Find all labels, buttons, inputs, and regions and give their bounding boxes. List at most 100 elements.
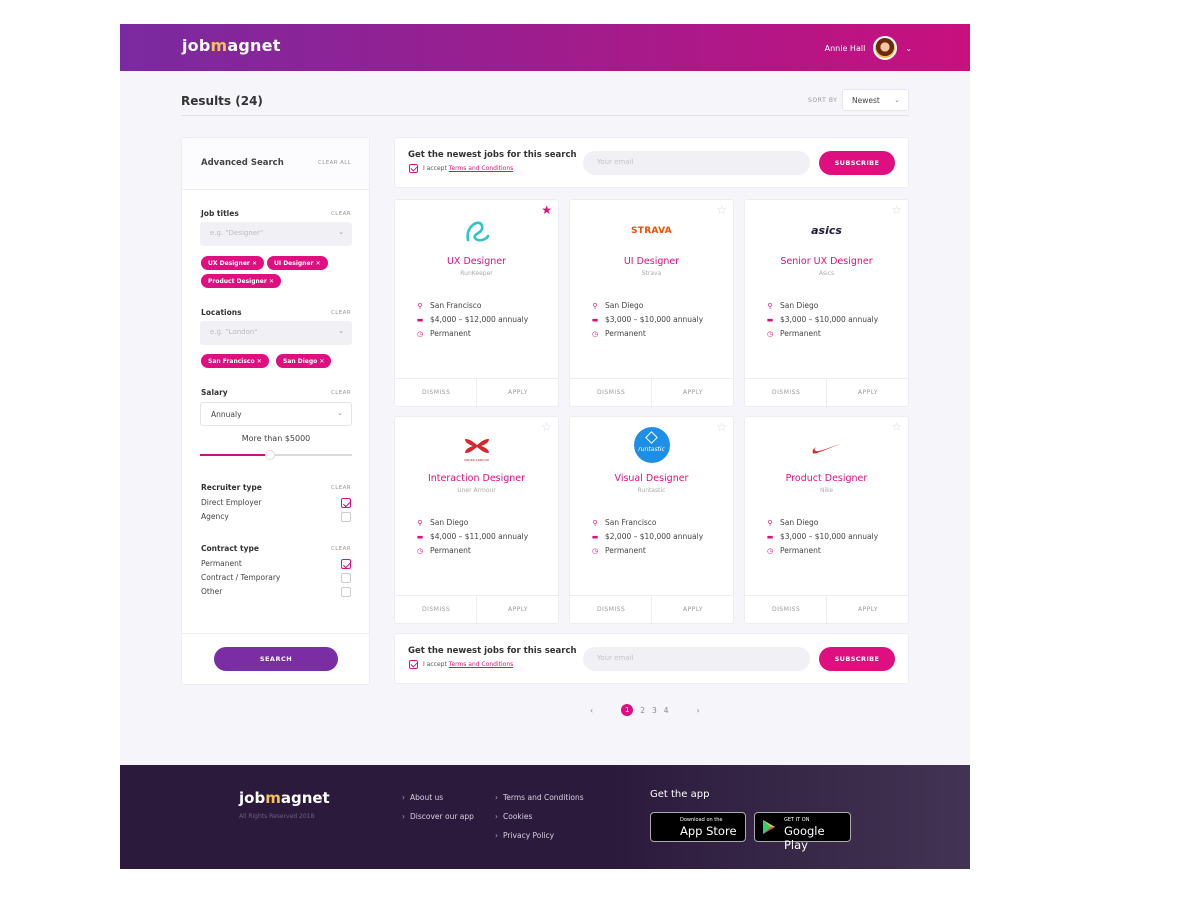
- chip-product-designer[interactable]: Product Designer ✕: [201, 274, 281, 288]
- sort-by-label: SORT BY: [808, 97, 838, 104]
- star-filled-icon[interactable]: ★: [541, 203, 552, 217]
- dismiss-button[interactable]: DISMISS: [772, 389, 800, 396]
- newsletter-title: Get the newest jobs for this search: [408, 646, 577, 656]
- clear-contract-button[interactable]: CLEAR: [331, 546, 351, 552]
- close-icon[interactable]: ✕: [319, 358, 324, 365]
- close-icon[interactable]: ✕: [257, 358, 262, 365]
- star-icon[interactable]: ☆: [891, 203, 902, 217]
- job-card[interactable]: ☆ STRAVA UI Designer Strava ⚲ San Diego ▬ $3,00…: [569, 199, 734, 408]
- page-3[interactable]: 3: [652, 706, 657, 715]
- job-title[interactable]: Senior UX Designer: [745, 256, 908, 267]
- apply-button[interactable]: APPLY: [508, 389, 528, 396]
- apply-button[interactable]: APPLY: [683, 389, 703, 396]
- footer-logo[interactable]: jobmagnet: [239, 789, 330, 807]
- job-card[interactable]: ★ UX Designer RunKeeper ⚲ San Francisco ▬ $4,0…: [394, 199, 559, 408]
- job-title[interactable]: UX Designer: [395, 256, 558, 267]
- avatar[interactable]: [873, 36, 898, 60]
- sort-value: Newest: [852, 96, 880, 105]
- job-card[interactable]: ☆ runtastic Visual Designer Runtastic ⚲ San F…: [569, 416, 734, 625]
- job-type-text: Permanent: [605, 546, 646, 555]
- dismiss-button[interactable]: DISMISS: [597, 389, 625, 396]
- job-title[interactable]: Visual Designer: [570, 473, 733, 484]
- option-direct-employer[interactable]: Direct Employer: [201, 498, 261, 507]
- footer-link-discover[interactable]: › Discover our app: [402, 812, 474, 821]
- salary-slider[interactable]: [200, 450, 352, 460]
- dismiss-button[interactable]: DISMISS: [597, 606, 625, 613]
- location-pin-icon: ⚲: [417, 301, 423, 310]
- salary-period-select[interactable]: Annualy ⌄: [200, 402, 352, 426]
- apply-button[interactable]: APPLY: [858, 606, 878, 613]
- terms-link[interactable]: Terms and Conditions: [449, 661, 514, 668]
- company-name: Runtastic: [637, 487, 666, 494]
- clear-salary-button[interactable]: CLEAR: [331, 390, 351, 396]
- option-contract-temporary[interactable]: Contract / Temporary: [201, 573, 280, 582]
- email-input[interactable]: Your email: [583, 151, 810, 175]
- job-location: ⚲ San Francisco: [591, 518, 656, 527]
- page-4[interactable]: 4: [664, 706, 669, 715]
- option-permanent[interactable]: Permanent: [201, 559, 242, 568]
- footer-link-privacy[interactable]: › Privacy Policy: [495, 831, 554, 840]
- dismiss-button[interactable]: DISMISS: [422, 606, 450, 613]
- terms-link[interactable]: Terms and Conditions: [449, 165, 514, 172]
- sort-select[interactable]: Newest ⌄: [842, 89, 909, 111]
- chip-ui-designer[interactable]: UI Designer ✕: [267, 256, 328, 270]
- location-input[interactable]: e.g. "London" ⌄: [200, 321, 352, 345]
- star-icon[interactable]: ☆: [716, 420, 727, 434]
- page-1[interactable]: 1: [621, 704, 634, 716]
- star-icon[interactable]: ☆: [891, 420, 902, 434]
- subscribe-button[interactable]: SUBSCRIBE: [819, 151, 895, 175]
- dismiss-button[interactable]: DISMISS: [422, 389, 450, 396]
- chip-label: Product Designer: [208, 277, 267, 285]
- job-card[interactable]: ☆ asics Senior UX Designer Asics ⚲ San Diego ▬…: [744, 199, 909, 408]
- chip-ux-designer[interactable]: UX Designer ✕: [201, 256, 264, 270]
- email-input[interactable]: Your email: [583, 647, 810, 671]
- google-play-button[interactable]: GET IT ON Google Play: [754, 812, 851, 852]
- clear-recruiter-button[interactable]: CLEAR: [331, 485, 351, 491]
- footer-link-about[interactable]: › About us: [402, 793, 443, 802]
- search-button[interactable]: SEARCH: [214, 647, 338, 671]
- option-other[interactable]: Other: [201, 587, 222, 596]
- star-icon[interactable]: ☆: [716, 203, 727, 217]
- chevron-down-icon[interactable]: ⌄: [905, 44, 912, 53]
- apply-button[interactable]: APPLY: [683, 606, 703, 613]
- checkbox-permanent[interactable]: [341, 559, 351, 569]
- apply-button[interactable]: APPLY: [858, 389, 878, 396]
- job-card[interactable]: ☆ UNDER ARMOUR Interaction Designer Uner Ar…: [394, 416, 559, 625]
- chip-san-francisco[interactable]: San Francisco ✕: [201, 354, 269, 368]
- chevron-left-icon[interactable]: ‹: [590, 706, 593, 715]
- dismiss-button[interactable]: DISMISS: [772, 606, 800, 613]
- app-store-button[interactable]: Download on the App Store: [650, 812, 746, 842]
- checkbox-agency[interactable]: [341, 512, 351, 522]
- job-title[interactable]: UI Designer: [570, 256, 733, 267]
- apply-button[interactable]: APPLY: [508, 606, 528, 613]
- location-pin-icon: ⚲: [592, 518, 598, 527]
- page-2[interactable]: 2: [640, 706, 645, 715]
- card-actions: DISMISS APPLY: [395, 595, 558, 625]
- footer-link-cookies[interactable]: › Cookies: [495, 812, 532, 821]
- star-icon[interactable]: ☆: [541, 420, 552, 434]
- job-title[interactable]: Interaction Designer: [395, 473, 558, 484]
- job-card[interactable]: ☆ Product Designer Nike ⚲ San Diego ▬ $3,000 –…: [744, 416, 909, 625]
- salary-slider-handle[interactable]: [264, 450, 275, 460]
- clear-all-button[interactable]: CLEAR ALL: [318, 160, 351, 166]
- chevron-right-icon[interactable]: ›: [697, 706, 700, 715]
- close-icon[interactable]: ✕: [252, 260, 257, 267]
- brand-logo[interactable]: jobmagnet: [182, 36, 281, 55]
- checkbox-contract-temporary[interactable]: [341, 573, 351, 583]
- checkbox-direct-employer[interactable]: [341, 498, 351, 508]
- footer-link-terms[interactable]: › Terms and Conditions: [495, 793, 584, 802]
- close-icon[interactable]: ✕: [269, 278, 274, 285]
- clear-locations-button[interactable]: CLEAR: [331, 310, 351, 316]
- terms-checkbox[interactable]: [409, 660, 418, 669]
- user-menu[interactable]: Annie Hall ⌄: [825, 36, 912, 60]
- clear-job-titles-button[interactable]: CLEAR: [331, 211, 351, 217]
- close-icon[interactable]: ✕: [316, 260, 321, 267]
- terms-checkbox[interactable]: [409, 164, 418, 173]
- job-salary-text: $3,000 – $10,000 annualy: [605, 315, 704, 324]
- job-title-input[interactable]: e.g. "Designer" ⌄: [200, 222, 352, 246]
- chip-san-diego[interactable]: San Diego ✕: [276, 354, 332, 368]
- checkbox-other[interactable]: [341, 587, 351, 597]
- job-title[interactable]: Product Designer: [745, 473, 908, 484]
- subscribe-button[interactable]: SUBSCRIBE: [819, 647, 895, 671]
- option-agency[interactable]: Agency: [201, 512, 229, 521]
